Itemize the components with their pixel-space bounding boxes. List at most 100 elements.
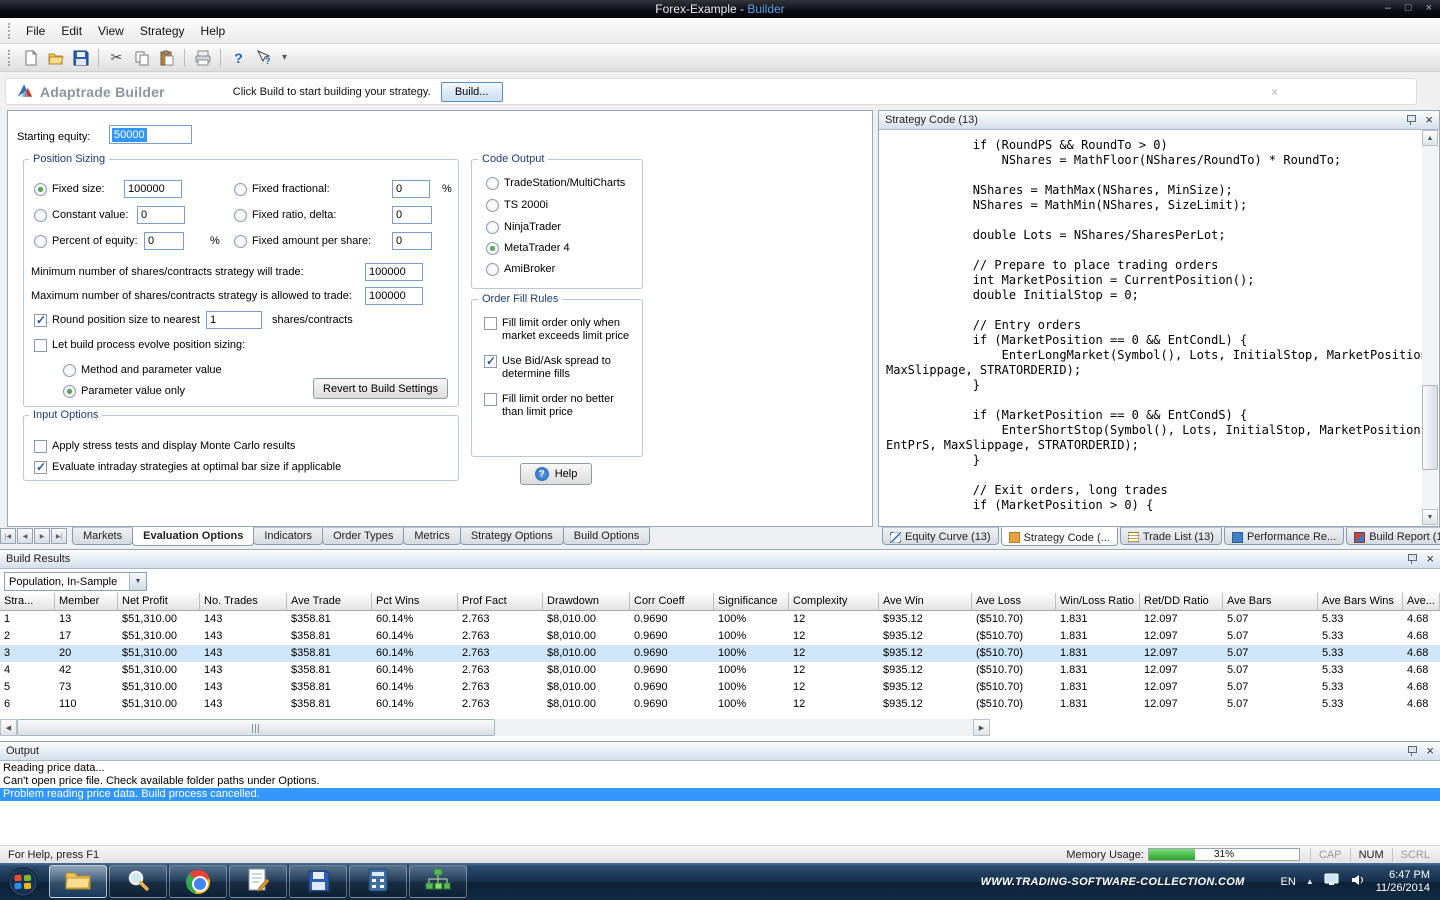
print-icon[interactable] [191,46,214,69]
output-line-selected[interactable]: Problem reading price data. Build proces… [0,788,1440,801]
intraday-option[interactable]: Evaluate intraday strategies at optimal … [34,458,341,476]
constant-value-option[interactable]: Constant value: [34,206,185,224]
tab-strategy-options[interactable]: Strategy Options [460,527,564,545]
toolbar-grip[interactable] [8,50,11,66]
table-row[interactable]: 217$51,310.00143$358.8160.14%2.763$8,010… [0,628,1440,645]
maximize-icon[interactable]: □ [1405,2,1412,15]
tab-performance-report[interactable]: Performance Re... [1224,527,1344,545]
stress-tests-option[interactable]: Apply stress tests and display Monte Car… [34,437,295,455]
menu-grip[interactable] [8,23,11,39]
round-position-input[interactable] [206,311,262,329]
scroll-up-icon[interactable]: ▲ [1422,130,1438,146]
network-icon[interactable] [1324,873,1340,890]
table-row[interactable]: 442$51,310.00143$358.8160.14%2.763$8,010… [0,662,1440,679]
percent-equity-option[interactable]: Percent of equity: % [34,232,220,250]
code-output-amibroker[interactable]: AmiBroker [486,260,555,278]
evolve-position-option[interactable]: Let build process evolve position sizing… [34,336,245,354]
context-help-icon[interactable]: ? [252,46,275,69]
taskbar-item-calculator[interactable] [349,865,407,898]
fill-limit-exceeds-option[interactable]: Fill limit order only when market exceed… [484,317,634,343]
taskbar-item-editor[interactable] [229,865,287,898]
horizontal-scrollbar[interactable]: ◀ ▶ [0,719,990,736]
tab-build-report[interactable]: Build Report (13) [1346,527,1440,545]
column-header[interactable]: Complexity [789,593,879,610]
toolbar-overflow-icon[interactable]: ▾ [282,52,287,63]
close-panel-icon[interactable]: × [1426,553,1434,565]
pin-icon[interactable] [1406,553,1418,565]
revert-build-settings-button[interactable]: Revert to Build Settings [313,378,448,399]
prev-tab-icon[interactable]: ◀ [17,528,33,544]
table-row[interactable]: 6110$51,310.00143$358.8160.14%2.763$8,01… [0,696,1440,713]
fixed-amount-input[interactable] [392,232,432,250]
menu-file[interactable]: File [18,20,53,42]
about-help-icon[interactable]: ? [227,46,250,69]
save-icon[interactable] [69,46,92,69]
tab-strategy-code[interactable]: Strategy Code (... [1001,527,1118,546]
menu-strategy[interactable]: Strategy [132,20,193,42]
column-header[interactable]: Win/Loss Ratio [1056,593,1140,610]
code-output-metatrader4[interactable]: MetaTrader 4 [486,239,570,257]
show-hidden-icons[interactable]: ▲ [1306,877,1314,886]
column-header[interactable]: Corr Coeff [630,593,714,610]
copy-icon[interactable] [130,46,153,69]
starting-equity-input[interactable]: 50000 [109,125,192,144]
bid-ask-spread-option[interactable]: Use Bid/Ask spread to determine fills [484,355,634,381]
round-position-option[interactable]: Round position size to nearest shares/co… [34,311,353,329]
tab-trade-list[interactable]: Trade List (13) [1120,527,1222,545]
fixed-ratio-option[interactable]: Fixed ratio, delta: [234,206,432,224]
column-header[interactable]: Member [55,593,118,610]
column-header[interactable]: No. Trades [200,593,287,610]
population-dropdown[interactable]: Population, In-Sample ▼ [4,572,147,591]
taskbar-item-chrome[interactable] [169,865,227,898]
clock[interactable]: 6:47 PM 11/26/2014 [1376,869,1430,895]
column-header[interactable]: Ave Bars [1223,593,1318,610]
pin-icon[interactable] [1406,745,1418,757]
fixed-fractional-input[interactable] [392,180,430,198]
max-shares-input[interactable] [365,287,423,305]
volume-icon[interactable] [1350,873,1366,890]
output-line[interactable]: Reading price data... [0,762,1440,775]
column-header[interactable]: Ave Win [879,593,972,610]
column-header[interactable]: Ret/DD Ratio [1140,593,1223,610]
fixed-size-option[interactable]: Fixed size: [34,180,182,198]
output-line[interactable]: Can't open price file. Check available f… [0,775,1440,788]
help-button[interactable]: ? Help [520,463,592,485]
fixed-ratio-input[interactable] [392,206,432,224]
column-header[interactable]: Ave Loss [972,593,1056,610]
taskbar-item-explorer[interactable] [49,865,107,898]
menu-help[interactable]: Help [193,20,234,42]
tab-order-types[interactable]: Order Types [322,527,404,545]
paste-icon[interactable] [155,46,178,69]
menu-view[interactable]: View [90,20,132,42]
column-header[interactable]: Pct Wins [372,593,458,610]
constant-value-input[interactable] [137,206,185,224]
column-header[interactable]: Ave Bars Wins [1318,593,1403,610]
column-header[interactable]: Ave Trade [287,593,372,610]
tab-equity-curve[interactable]: Equity Curve (13) [882,527,999,545]
taskbar-item-search[interactable] [109,865,167,898]
code-output-ninjatrader[interactable]: NinjaTrader [486,218,561,236]
last-tab-icon[interactable]: ▶| [51,528,67,544]
table-row[interactable]: 573$51,310.00143$358.8160.14%2.763$8,010… [0,679,1440,696]
close-panel-icon[interactable]: × [1426,745,1434,757]
scroll-left-icon[interactable]: ◀ [0,719,17,736]
new-file-icon[interactable] [19,46,42,69]
start-button[interactable] [6,865,40,899]
dismiss-header-icon[interactable]: × [1271,85,1278,99]
taskbar-item-save-tool[interactable] [289,865,347,898]
table-row[interactable]: 320$51,310.00143$358.8160.14%2.763$8,010… [0,645,1440,662]
scroll-down-icon[interactable]: ▼ [1422,509,1438,525]
param-only-option[interactable]: Parameter value only [63,382,185,400]
next-tab-icon[interactable]: ▶ [34,528,50,544]
min-shares-input[interactable] [365,263,423,281]
tab-markets[interactable]: Markets [72,527,133,545]
scrollbar-thumb[interactable] [17,719,495,736]
open-file-icon[interactable] [44,46,67,69]
language-indicator[interactable]: EN [1281,876,1296,888]
close-icon[interactable]: × [1426,2,1432,15]
close-panel-icon[interactable]: × [1425,114,1433,126]
table-row[interactable]: 113$51,310.00143$358.8160.14%2.763$8,010… [0,611,1440,628]
minimize-icon[interactable]: – [1385,2,1391,15]
fixed-size-input[interactable] [124,180,182,198]
column-header[interactable]: Ave... [1403,593,1440,610]
